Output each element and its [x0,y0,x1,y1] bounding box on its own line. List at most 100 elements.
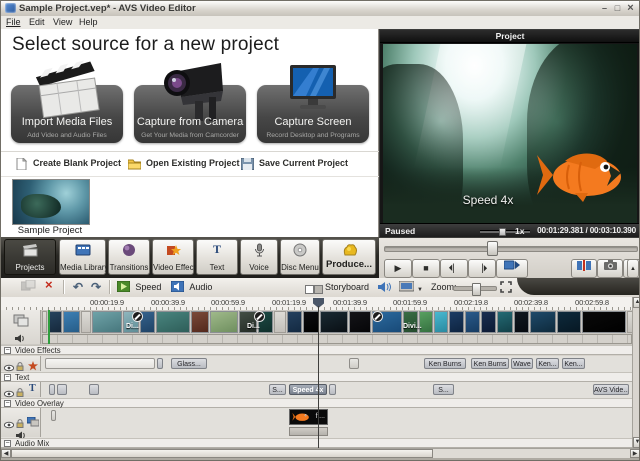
timeline-clip[interactable] [329,384,336,395]
next-frame-button[interactable]: ▕⏵ [468,259,496,278]
video-clip-thumbnail[interactable] [81,311,91,333]
title-bar[interactable]: Sample Project.vep* - AVS Video Editor [1,1,640,17]
play-button[interactable]: ▶ [384,259,412,278]
speed-button[interactable]: Speed [117,281,159,296]
import-media-files-button[interactable]: Import Media Files Add Video and Audio F… [11,85,123,143]
timeline-clip[interactable]: Speed 4x [289,384,327,395]
timeline-sound-button[interactable] [378,281,392,296]
timeline-clip[interactable] [349,358,359,369]
scroll-down-icon[interactable]: ▼ [633,437,640,448]
video-track-audio-strip[interactable] [42,334,632,344]
section-video-overlay[interactable]: Video Overlay [1,398,632,408]
split-button[interactable] [571,259,597,278]
timeline-clip[interactable] [157,358,163,369]
delete-button[interactable]: × [45,278,53,292]
video-clip-thumbnail[interactable] [465,311,480,333]
recent-project-thumbnail[interactable] [12,179,90,225]
transition-icon[interactable] [372,311,383,322]
timeline-clip[interactable] [45,358,155,369]
timeline-clip[interactable] [49,384,55,395]
timeline-clip[interactable]: Ken... [536,358,559,369]
video-clip-thumbnail[interactable] [434,311,448,333]
maximize-button[interactable] [611,4,624,14]
snapshot-button[interactable] [597,259,623,278]
display-mode-button[interactable] [399,281,414,296]
menu-edit[interactable]: Edit [29,17,45,27]
fit-to-screen-button[interactable] [500,281,512,296]
timeline-clip[interactable]: Ken Burns [424,358,466,369]
tab-voice[interactable]: Voice [240,239,278,275]
video-clip-thumbnail[interactable] [63,311,80,333]
eye-icon[interactable] [4,416,14,434]
timeline-clip[interactable] [51,410,56,421]
tab-text[interactable]: T Text [196,239,238,275]
video-clip-thumbnail[interactable] [481,311,496,333]
undo-button[interactable]: ↶ [73,280,83,294]
stop-button[interactable]: ■ [412,259,440,278]
collapse-box-icon[interactable] [4,440,11,447]
redo-button[interactable]: ↷ [91,280,101,294]
tab-video-effects[interactable]: Video Effects [152,239,194,275]
video-clip-thumbnail[interactable] [582,311,626,333]
playhead-line[interactable] [318,306,319,448]
insert-media-button[interactable] [21,280,36,295]
hscroll-thumb[interactable] [11,449,433,458]
tab-produce[interactable]: Produce... [322,239,376,275]
overlay-audio-clip[interactable] [289,427,328,436]
timeline-clip[interactable]: S... [433,384,454,395]
scroll-left-icon[interactable]: ◀ [1,449,11,458]
video-clip-thumbnail[interactable] [48,311,62,333]
tab-transitions[interactable]: Transitions [108,239,150,275]
video-clip-thumbnail[interactable] [191,311,209,333]
scroll-right-icon[interactable]: ▶ [630,449,640,458]
timeline-clip[interactable]: Ken... [562,358,585,369]
tab-media-library[interactable]: Media Library [59,239,106,275]
seek-slider-thumb[interactable] [487,241,498,256]
overlay-fish-clip[interactable]: fi... [289,409,328,425]
video-clip-thumbnail[interactable] [156,311,190,333]
video-clip-thumbnail[interactable] [287,311,302,333]
timeline-clip[interactable]: Ken Burns [471,358,509,369]
panel-collapse-button[interactable]: ▲ [627,259,639,278]
minimize-button[interactable] [598,4,611,14]
timeline-clip[interactable]: AVS Vide... [593,384,629,395]
tab-projects[interactable]: Projects [4,239,56,275]
dropdown-arrow-icon[interactable]: ▼ [417,283,423,297]
capture-screen-button[interactable]: Capture Screen Record Desktop and Progra… [257,85,369,143]
collapse-box-icon[interactable] [4,374,11,381]
tab-disc-menu[interactable]: Disc Menu [280,239,320,275]
timeline-clip[interactable] [57,384,67,395]
video-clip-thumbnail[interactable] [530,311,556,333]
close-button[interactable] [624,4,637,14]
timeline-clip[interactable]: Glass... [171,358,207,369]
section-video-effects[interactable]: Video Effects [1,345,632,355]
transition-icon[interactable] [132,311,143,322]
timeline-clip[interactable] [89,384,99,395]
seek-slider[interactable] [384,246,638,252]
previous-frame-button[interactable]: ⏴▏ [440,259,468,278]
video-clip-thumbnail[interactable] [320,311,348,333]
horizontal-scrollbar[interactable]: ◀ ▶ [1,448,640,458]
zoom-slider-thumb[interactable] [472,283,481,296]
timeline-clip[interactable]: S... [269,384,286,395]
video-clip-thumbnail[interactable] [210,311,238,333]
video-clip-thumbnail[interactable] [274,311,286,333]
storyboard-toggle[interactable] [305,283,323,297]
menu-file[interactable]: File [6,17,21,27]
collapse-box-icon[interactable] [4,347,11,354]
collapse-box-icon[interactable] [4,400,11,407]
video-clip-thumbnail[interactable] [42,311,47,333]
vertical-scrollbar[interactable]: ▲ ▼ [632,297,640,448]
section-text[interactable]: Text [1,372,632,382]
audio-button[interactable]: Audio [171,281,210,296]
menu-view[interactable]: View [53,17,72,27]
transition-icon[interactable] [254,311,265,322]
menu-help[interactable]: Help [79,17,98,27]
video-clip-thumbnail[interactable] [557,311,581,333]
next-scene-button[interactable] [496,259,528,278]
video-clip-thumbnail[interactable] [514,311,529,333]
zoom-slider[interactable] [453,286,497,291]
timeline-clip[interactable]: Wave [511,358,533,369]
video-clip-thumbnail[interactable] [497,311,513,333]
section-audio-mix[interactable]: Audio Mix [1,438,632,448]
